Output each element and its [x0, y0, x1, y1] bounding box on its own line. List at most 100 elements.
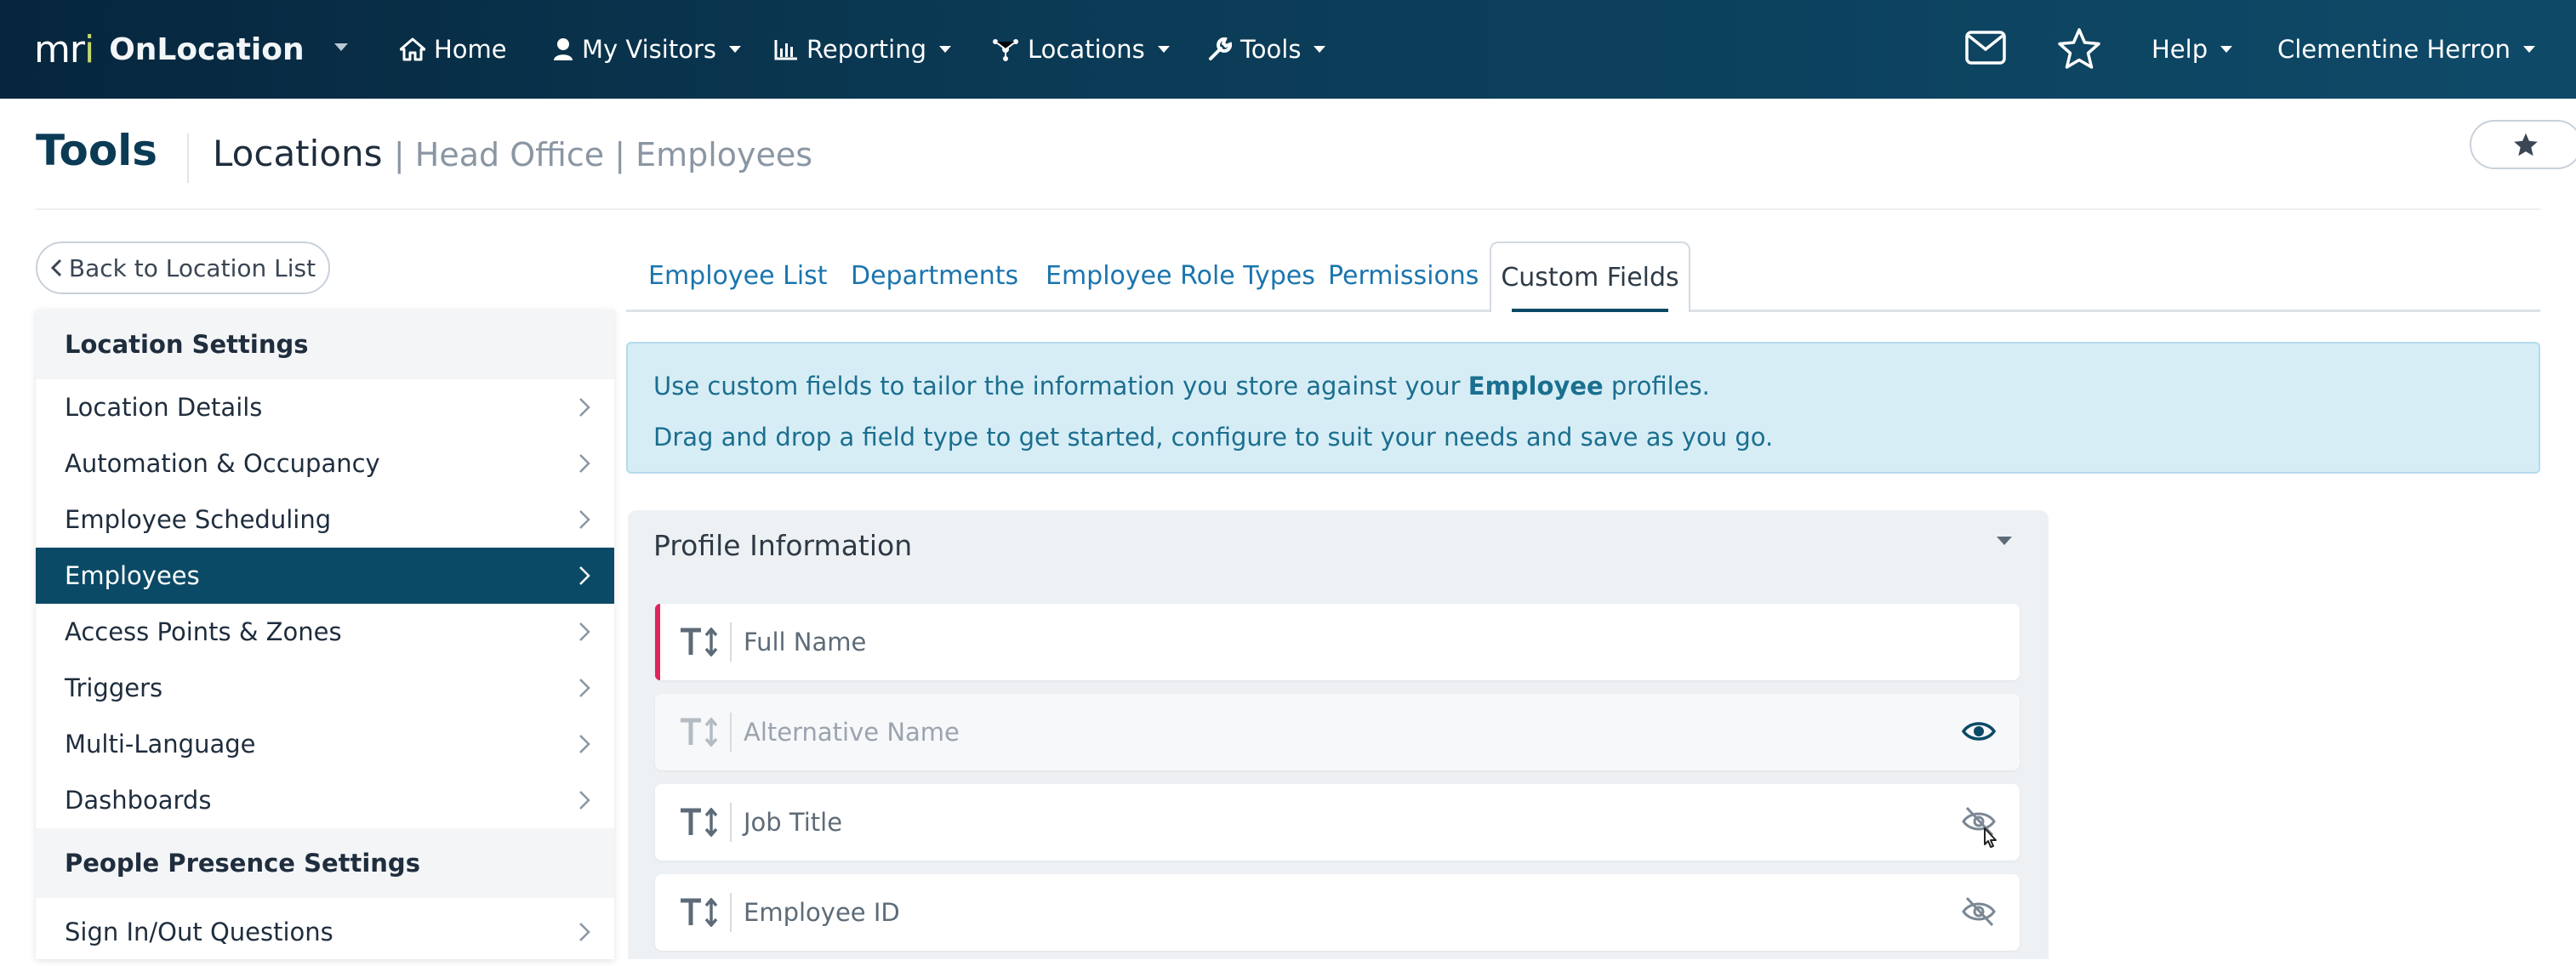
eye-slash-icon[interactable]	[1962, 804, 1999, 852]
sidebar-item-employee-scheduling[interactable]: Employee Scheduling	[36, 492, 614, 548]
sidebar-item-label: Triggers	[65, 673, 163, 702]
chevron-right-icon	[578, 397, 590, 418]
text-field-icon	[679, 808, 720, 837]
tab-employee-role-types[interactable]: Employee Role Types	[1046, 242, 1315, 310]
tab-permissions[interactable]: Permissions	[1328, 242, 1479, 310]
employee-tabs: Employee List Departments Employee Role …	[626, 242, 2540, 312]
required-indicator	[655, 604, 660, 680]
panel-title[interactable]: Profile Information	[653, 529, 912, 562]
chevron-right-icon	[578, 790, 590, 810]
back-to-location-list-button[interactable]: Back to Location List	[36, 242, 330, 294]
sidebar-item-dashboards[interactable]: Dashboards	[36, 772, 614, 828]
field-job-title[interactable]: Job Title	[655, 784, 2020, 861]
text-field-icon	[679, 898, 720, 927]
mri-logo: mri	[34, 27, 94, 71]
collapse-caret-icon[interactable]	[1996, 536, 2013, 546]
home-icon	[400, 37, 425, 61]
sidebar-item-employees[interactable]: Employees	[36, 548, 614, 604]
back-button-label: Back to Location List	[68, 253, 316, 282]
breadcrumb-main: Locations	[213, 133, 383, 174]
eye-slash-icon[interactable]	[1962, 895, 1996, 929]
sidebar-item-label: Location Details	[65, 393, 263, 422]
section-heading-location-settings: Location Settings	[36, 310, 614, 379]
nav-my-visitors-label: My Visitors	[582, 35, 716, 64]
tab-departments[interactable]: Departments	[851, 242, 1018, 310]
sidebar-item-location-details[interactable]: Location Details	[36, 379, 614, 435]
header-divider-line	[36, 208, 2540, 210]
chevron-down-icon	[1157, 45, 1171, 54]
user-menu[interactable]: Clementine Herron	[2277, 26, 2536, 73]
field-separator	[730, 622, 732, 662]
star-icon[interactable]	[2057, 27, 2101, 70]
nav-tools-label: Tools	[1240, 35, 1302, 64]
chevron-down-icon	[938, 45, 952, 54]
chevron-down-icon	[2522, 45, 2536, 54]
sidebar-item-sign-in-out-questions[interactable]: Sign In/Out Questions	[36, 898, 614, 966]
info-line-1-text: Use custom fields to tailor the informat…	[653, 372, 1461, 401]
chevron-right-icon	[578, 678, 590, 698]
nav-locations-label: Locations	[1028, 35, 1145, 64]
user-name: Clementine Herron	[2277, 35, 2510, 64]
breadcrumb-rest: | Head Office | Employees	[393, 136, 813, 173]
custom-fields-info-alert: Use custom fields to tailor the informat…	[626, 342, 2540, 474]
tab-custom-fields[interactable]: Custom Fields	[1490, 242, 1690, 312]
nav-reporting[interactable]: Reporting	[774, 26, 952, 73]
chevron-down-icon	[1313, 45, 1326, 54]
chevron-down-icon	[2220, 45, 2233, 54]
info-line-2: Drag and drop a field type to get starte…	[653, 423, 1774, 452]
field-employee-id[interactable]: Employee ID	[655, 874, 2020, 951]
nav-tools[interactable]: Tools	[1208, 26, 1326, 73]
sidebar-item-label: Automation & Occupancy	[65, 449, 380, 478]
info-line-1: Use custom fields to tailor the informat…	[653, 361, 2513, 412]
sidebar-item-label: Employees	[65, 561, 200, 590]
nav-reporting-label: Reporting	[806, 35, 926, 64]
chevron-right-icon	[578, 453, 590, 474]
nav-help-label: Help	[2151, 35, 2208, 64]
nav-my-visitors[interactable]: My Visitors	[553, 26, 742, 73]
favourite-button[interactable]	[2470, 120, 2576, 169]
chevron-right-icon	[578, 734, 590, 754]
header-divider	[187, 134, 189, 183]
eye-icon[interactable]	[1962, 714, 1996, 748]
sidebar-item-label: Multi-Language	[65, 730, 256, 759]
chevron-right-icon	[578, 509, 590, 530]
field-separator	[730, 713, 732, 752]
sidebar-item-multi-language[interactable]: Multi-Language	[36, 716, 614, 772]
star-icon	[2512, 132, 2539, 157]
app-logo[interactable]: mri OnLocation	[34, 26, 305, 73]
app-switcher-caret-icon[interactable]	[333, 43, 349, 53]
info-line-1-end: profiles.	[1610, 372, 1710, 401]
top-navigation-bar: mri OnLocation Home My Visitors Reportin…	[0, 0, 2576, 99]
field-separator	[730, 803, 732, 842]
nav-home-label: Home	[434, 35, 507, 64]
wrench-icon	[1208, 37, 1232, 61]
sidebar-item-label: Dashboards	[65, 786, 212, 815]
settings-sidebar: Location Settings Location Details Autom…	[36, 310, 614, 959]
chevron-right-icon	[578, 922, 590, 942]
section-heading-people-presence: People Presence Settings	[36, 828, 614, 898]
sidebar-item-label: Sign In/Out Questions	[65, 918, 333, 946]
nav-home[interactable]: Home	[400, 26, 507, 73]
profile-information-panel: Profile Information Full Name Alternativ…	[628, 510, 2049, 959]
tab-custom-fields-label: Custom Fields	[1501, 263, 1679, 293]
field-name: Full Name	[744, 628, 867, 656]
sidebar-item-access-points-zones[interactable]: Access Points & Zones	[36, 604, 614, 660]
nav-locations[interactable]: Locations	[992, 26, 1171, 73]
mail-icon[interactable]	[1965, 31, 2006, 65]
field-alternative-name[interactable]: Alternative Name	[655, 694, 2020, 770]
sidebar-item-triggers[interactable]: Triggers	[36, 660, 614, 716]
info-line-1-bold: Employee	[1468, 372, 1604, 401]
chevron-left-icon	[50, 259, 62, 277]
nav-help[interactable]: Help	[2151, 26, 2233, 73]
field-full-name[interactable]: Full Name	[655, 604, 2020, 680]
chevron-right-icon	[578, 565, 590, 586]
chevron-right-icon	[578, 622, 590, 642]
field-separator	[730, 893, 732, 932]
page-title: Tools	[36, 126, 158, 175]
tab-employee-list[interactable]: Employee List	[648, 242, 828, 310]
sidebar-item-label: Access Points & Zones	[65, 617, 342, 646]
chevron-down-icon	[728, 45, 742, 54]
person-icon	[553, 37, 573, 61]
sidebar-item-automation-occupancy[interactable]: Automation & Occupancy	[36, 435, 614, 492]
field-name: Employee ID	[744, 898, 900, 927]
